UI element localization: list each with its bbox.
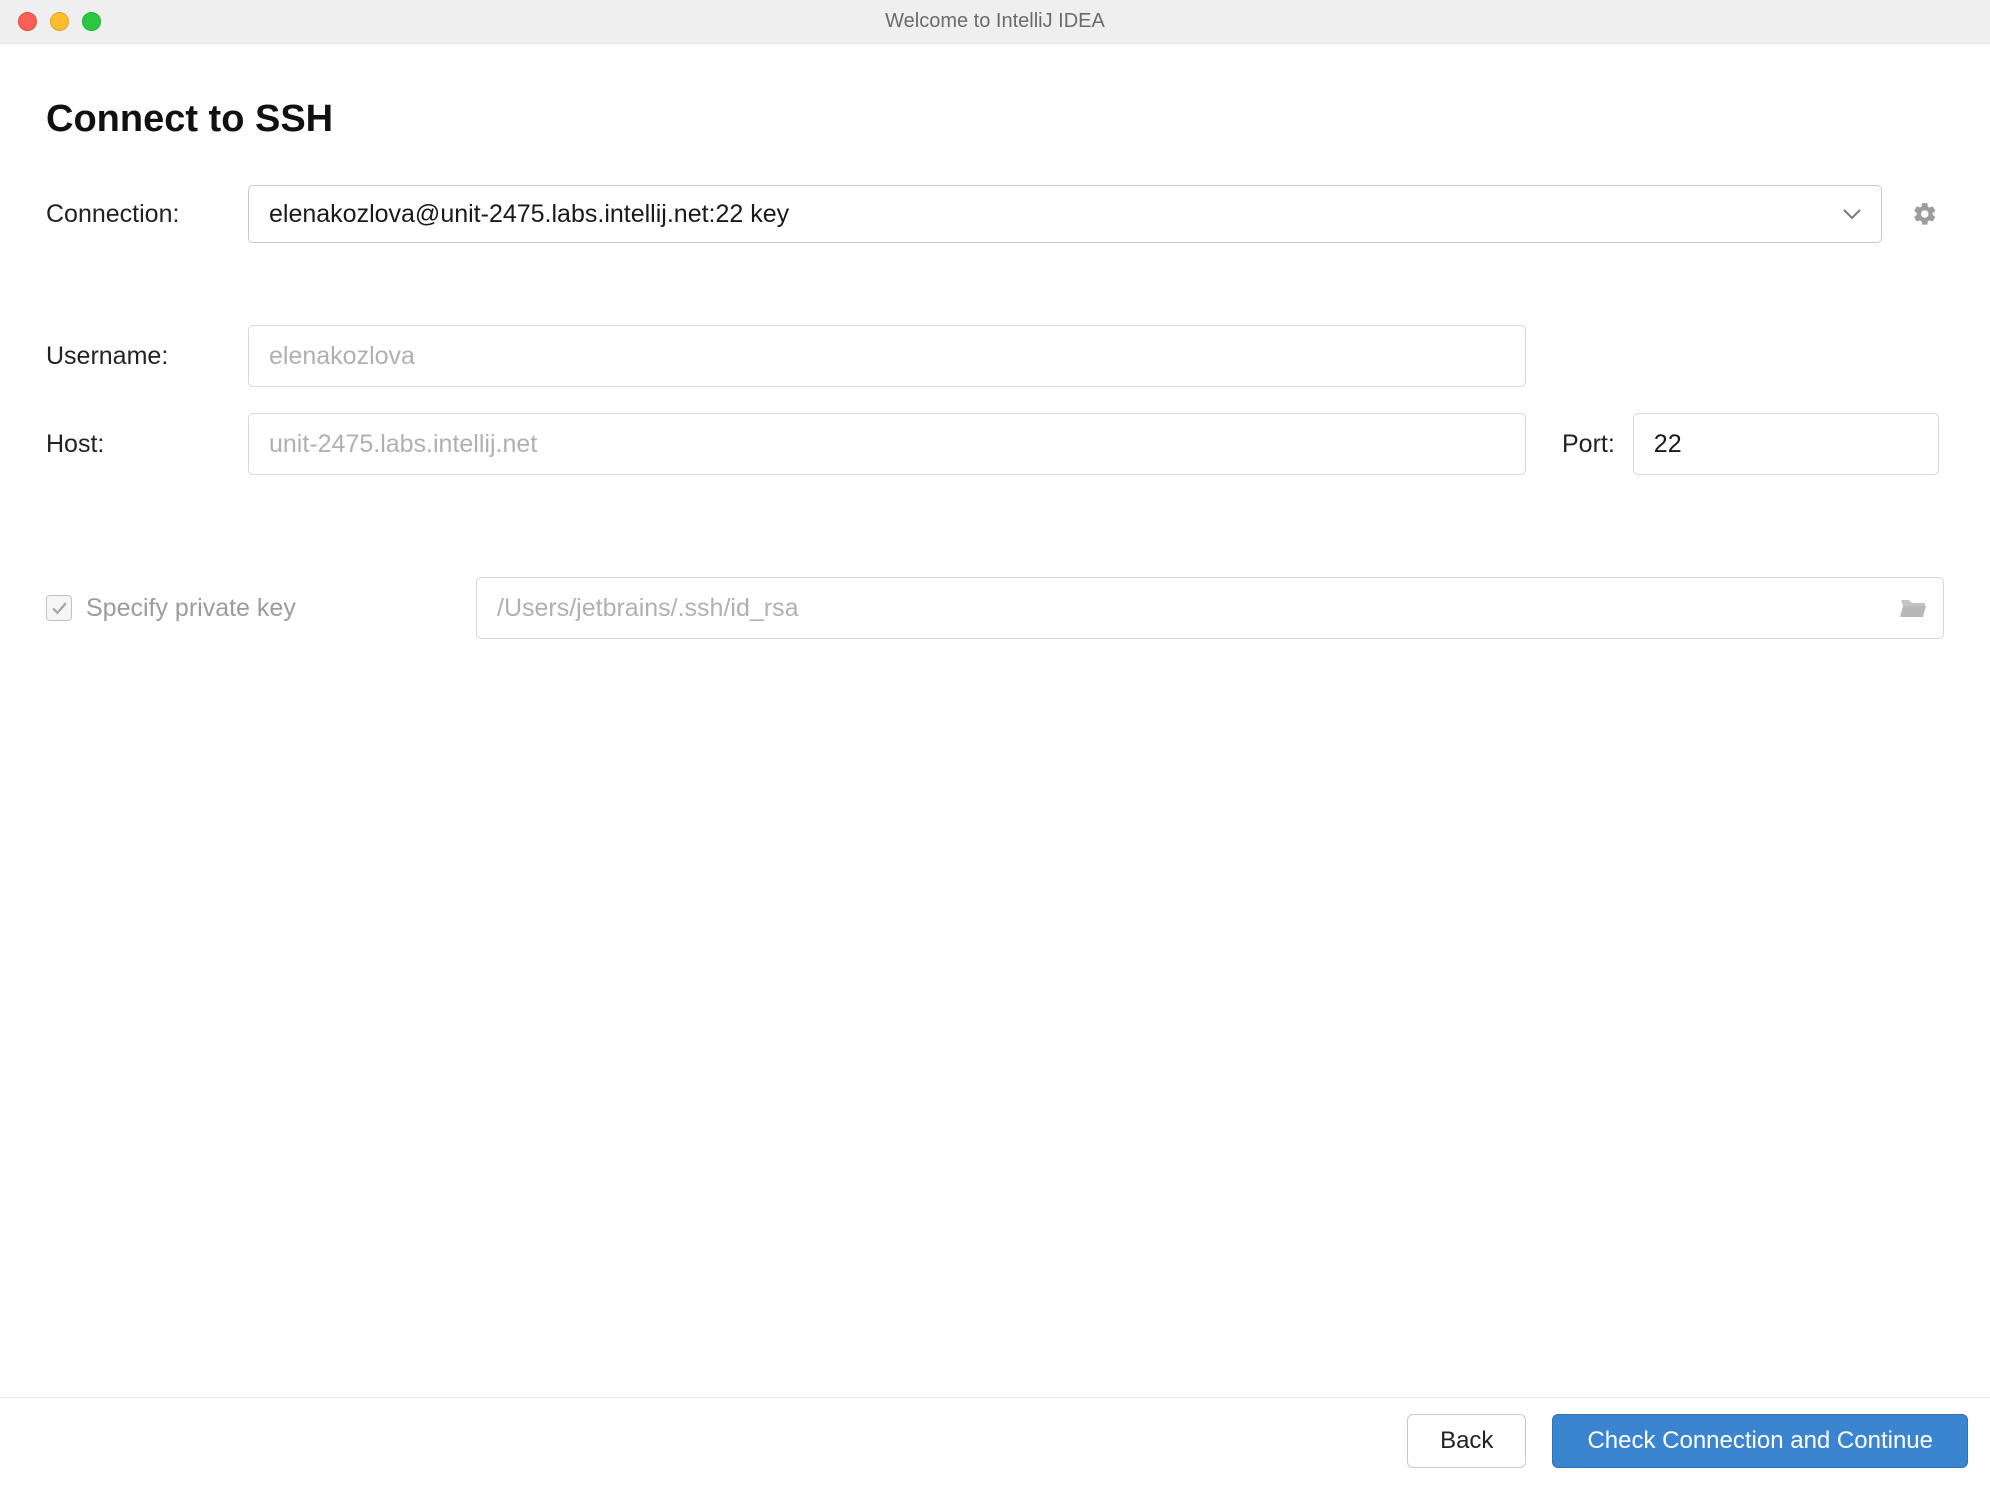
browse-key-button[interactable] — [1896, 591, 1930, 625]
private-key-path-input[interactable] — [476, 577, 1944, 639]
content-area: Connect to SSH Connection: elenakozlova@… — [0, 44, 1990, 639]
username-label: Username: — [46, 342, 248, 371]
port-input[interactable] — [1633, 413, 1939, 475]
connection-row: Connection: elenakozlova@unit-2475.labs.… — [46, 185, 1944, 243]
specify-private-key-label: Specify private key — [86, 594, 296, 623]
page-title: Connect to SSH — [46, 98, 1944, 141]
footer: Back Check Connection and Continue — [0, 1397, 1990, 1486]
username-input[interactable] — [248, 325, 1526, 387]
connection-dropdown[interactable]: elenakozlova@unit-2475.labs.intellij.net… — [248, 185, 1882, 243]
check-connection-continue-button[interactable]: Check Connection and Continue — [1552, 1414, 1968, 1468]
username-row: Username: — [46, 325, 1944, 387]
host-label: Host: — [46, 430, 248, 459]
host-input[interactable] — [248, 413, 1526, 475]
chevron-down-icon — [1843, 208, 1861, 220]
connection-label: Connection: — [46, 200, 248, 229]
specify-private-key-control[interactable]: Specify private key — [46, 594, 426, 623]
gear-icon — [1912, 201, 1938, 227]
host-row: Host: Port: — [46, 413, 1944, 475]
connection-settings-button[interactable] — [1906, 195, 1944, 233]
port-label: Port: — [1562, 430, 1615, 459]
window-controls — [18, 12, 101, 31]
titlebar: Welcome to IntelliJ IDEA — [0, 0, 1990, 44]
maximize-window-button[interactable] — [82, 12, 101, 31]
private-key-row: Specify private key — [46, 577, 1944, 639]
private-key-path-wrap — [476, 577, 1944, 639]
window-title: Welcome to IntelliJ IDEA — [0, 10, 1990, 33]
close-window-button[interactable] — [18, 12, 37, 31]
back-button[interactable]: Back — [1407, 1414, 1526, 1468]
connection-selected-value: elenakozlova@unit-2475.labs.intellij.net… — [269, 200, 789, 229]
specify-private-key-checkbox[interactable] — [46, 595, 72, 621]
minimize-window-button[interactable] — [50, 12, 69, 31]
check-icon — [51, 600, 68, 617]
folder-icon — [1899, 597, 1927, 619]
